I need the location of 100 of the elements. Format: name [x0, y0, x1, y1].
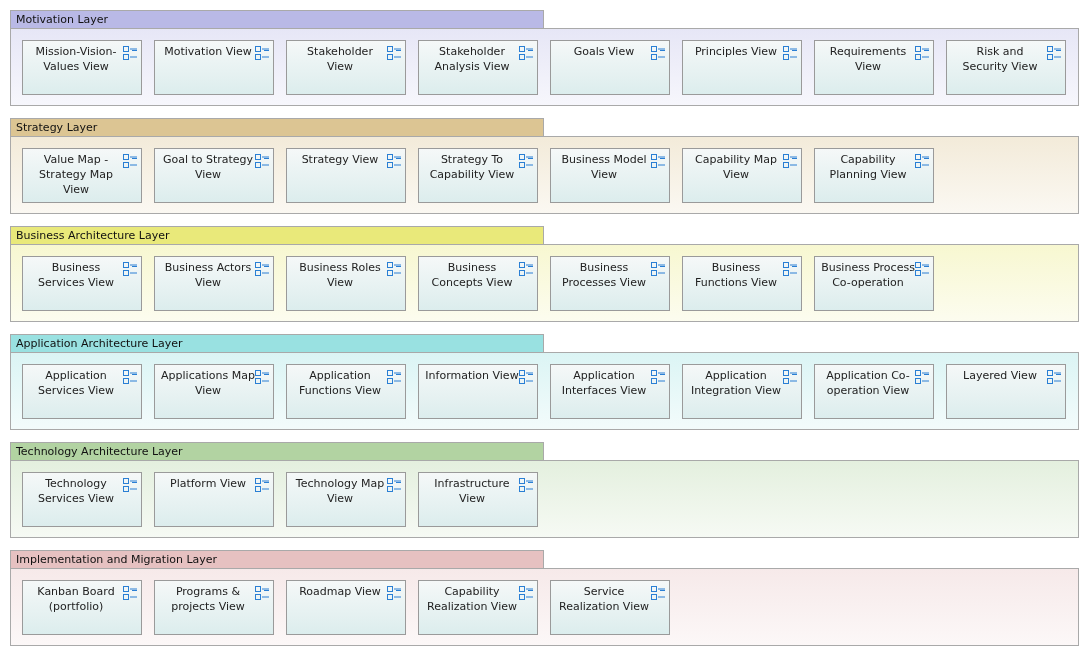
view-label: Requirements View [828, 44, 908, 74]
view-list-icon [651, 586, 665, 600]
view-card[interactable]: Strategy View [286, 148, 406, 203]
view-list-icon [255, 154, 269, 168]
view-card[interactable]: Mission-Vision-Values View [22, 40, 142, 95]
view-list-icon [783, 370, 797, 384]
view-label: Application Services View [37, 368, 115, 398]
view-card[interactable]: Platform View [154, 472, 274, 527]
view-card[interactable]: Stakeholder View [286, 40, 406, 95]
view-list-icon [519, 46, 533, 60]
view-label: Mission-Vision-Values View [34, 44, 118, 74]
view-label: Information View [425, 368, 519, 383]
view-label: Business Model View [560, 152, 648, 182]
view-card[interactable]: Business Concepts View [418, 256, 538, 311]
view-card[interactable]: Application Co-operation View [814, 364, 934, 419]
view-list-icon [915, 262, 929, 276]
view-label: Application Integration View [689, 368, 783, 398]
layer-title: Application Architecture Layer [10, 334, 544, 352]
view-label: Business Services View [37, 260, 115, 290]
layer-title: Strategy Layer [10, 118, 544, 136]
view-card[interactable]: Layered View [946, 364, 1066, 419]
view-label: Principles View [693, 44, 779, 59]
view-list-icon [915, 46, 929, 60]
view-list-icon [651, 154, 665, 168]
view-list-icon [651, 262, 665, 276]
view-label: Goal to Strategy View [161, 152, 255, 182]
view-list-icon [783, 46, 797, 60]
view-card[interactable]: Business Model View [550, 148, 670, 203]
view-card[interactable]: Strategy To Capability View [418, 148, 538, 203]
view-list-icon [519, 478, 533, 492]
view-label: Business Functions View [693, 260, 779, 290]
view-card[interactable]: Roadmap View [286, 580, 406, 635]
view-list-icon [123, 46, 137, 60]
view-label: Kanban Board (portfolio) [36, 584, 116, 614]
view-label: Programs & projects View [170, 584, 246, 614]
layer-title: Technology Architecture Layer [10, 442, 544, 460]
view-card[interactable]: Stakeholder Analysis View [418, 40, 538, 95]
view-card[interactable]: Principles View [682, 40, 802, 95]
view-label: Roadmap View [298, 584, 382, 599]
view-list-icon [387, 370, 401, 384]
view-list-icon [123, 370, 137, 384]
view-label: Layered View [962, 368, 1038, 383]
view-label: Service Realization View [558, 584, 650, 614]
view-card[interactable]: Technology Map View [286, 472, 406, 527]
view-card[interactable]: Service Realization View [550, 580, 670, 635]
view-card[interactable]: Application Services View [22, 364, 142, 419]
view-label: Technology Services View [37, 476, 115, 506]
view-label: Applications Map View [161, 368, 255, 398]
view-card[interactable]: Applications Map View [154, 364, 274, 419]
view-card[interactable]: Application Interfaces View [550, 364, 670, 419]
view-list-icon [387, 586, 401, 600]
view-card[interactable]: Risk and Security View [946, 40, 1066, 95]
view-list-icon [1047, 46, 1061, 60]
view-card[interactable]: Information View [418, 364, 538, 419]
view-list-icon [255, 478, 269, 492]
view-label: Infrastructure View [433, 476, 511, 506]
view-card[interactable]: Business Process Co-operation [814, 256, 934, 311]
layer-title: Motivation Layer [10, 10, 544, 28]
view-label: Motivation View [163, 44, 253, 59]
view-card[interactable]: Capability Planning View [814, 148, 934, 203]
view-label: Technology Map View [294, 476, 386, 506]
view-label: Business Roles View [298, 260, 382, 290]
view-card[interactable]: Business Processes View [550, 256, 670, 311]
view-card[interactable]: Capability Realization View [418, 580, 538, 635]
layer-title: Implementation and Migration Layer [10, 550, 544, 568]
view-card[interactable]: Business Functions View [682, 256, 802, 311]
view-label: Value Map - Strategy Map View [38, 152, 114, 197]
view-card[interactable]: Requirements View [814, 40, 934, 95]
view-label: Business Concepts View [430, 260, 514, 290]
view-card[interactable]: Application Integration View [682, 364, 802, 419]
view-card[interactable]: Technology Services View [22, 472, 142, 527]
view-list-icon [123, 478, 137, 492]
view-list-icon [387, 154, 401, 168]
view-card[interactable]: Kanban Board (portfolio) [22, 580, 142, 635]
view-card[interactable]: Goal to Strategy View [154, 148, 274, 203]
view-card[interactable]: Programs & projects View [154, 580, 274, 635]
view-label: Capability Realization View [426, 584, 518, 614]
view-card[interactable]: Goals View [550, 40, 670, 95]
view-list-icon [387, 478, 401, 492]
view-label: Business Processes View [561, 260, 647, 290]
view-card[interactable]: Infrastructure View [418, 472, 538, 527]
view-label: Goals View [572, 44, 636, 59]
view-card[interactable]: Motivation View [154, 40, 274, 95]
view-card[interactable]: Business Services View [22, 256, 142, 311]
view-label: Application Functions View [297, 368, 383, 398]
view-label: Capability Map View [694, 152, 778, 182]
view-card[interactable]: Business Actors View [154, 256, 274, 311]
view-card[interactable]: Capability Map View [682, 148, 802, 203]
view-list-icon [123, 262, 137, 276]
view-list-icon [915, 370, 929, 384]
view-label: Business Actors View [163, 260, 253, 290]
view-list-icon [1047, 370, 1061, 384]
view-list-icon [651, 46, 665, 60]
view-card[interactable]: Value Map - Strategy Map View [22, 148, 142, 203]
view-list-icon [387, 46, 401, 60]
view-card[interactable]: Business Roles View [286, 256, 406, 311]
view-list-icon [255, 586, 269, 600]
view-label: Platform View [169, 476, 247, 491]
view-card[interactable]: Application Functions View [286, 364, 406, 419]
view-list-icon [519, 262, 533, 276]
